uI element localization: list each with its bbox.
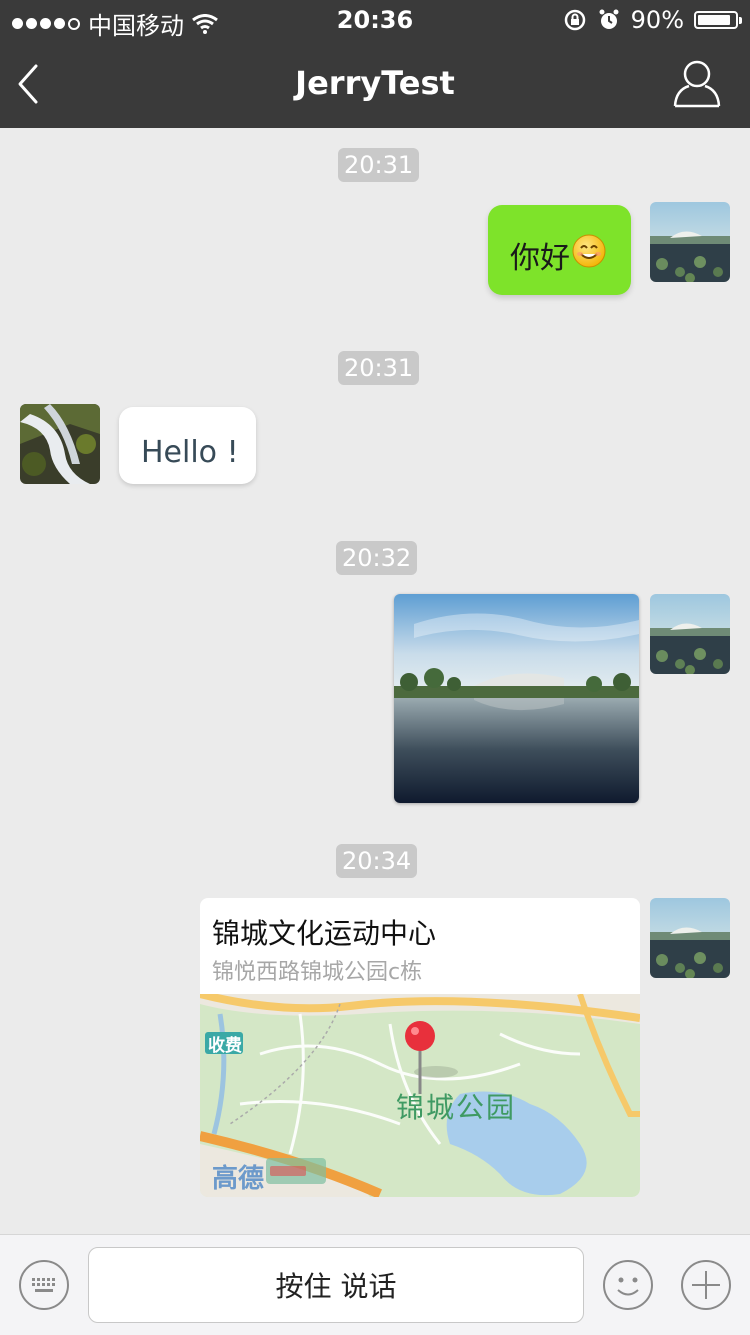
user-icon[interactable] <box>672 56 722 110</box>
smiley-icon[interactable] <box>602 1259 654 1311</box>
hold-to-talk-button[interactable]: 按住 说话 <box>88 1247 584 1323</box>
avatar[interactable] <box>650 594 730 674</box>
received-message-bubble[interactable]: Hello ! <box>119 407 256 484</box>
message-text: 你好 <box>510 241 570 276</box>
location-address: 锦悦西路锦城公园c栋 <box>212 960 423 985</box>
avatar[interactable] <box>20 404 100 484</box>
page-title: JerryTest <box>295 64 455 102</box>
timestamp: 20:31 <box>338 148 420 182</box>
alarm-icon <box>599 9 619 29</box>
nav-bar: JerryTest <box>0 40 750 128</box>
image-message[interactable] <box>394 594 639 803</box>
chat-area[interactable]: 20:31 你好 20:31 Hello ! 20:32 20:34 锦城文化运… <box>0 128 750 1234</box>
battery-level <box>698 15 730 25</box>
map-park-label: 锦城公园 <box>396 1091 517 1124</box>
rotation-lock-icon <box>564 9 585 31</box>
plus-icon[interactable] <box>680 1259 732 1311</box>
battery-icon <box>694 11 742 29</box>
timestamp: 20:31 <box>338 351 420 385</box>
smile-emoji-icon <box>572 234 606 268</box>
status-right: 90% <box>563 6 742 34</box>
location-map[interactable]: 收费 锦城公园 高德 <box>200 990 640 1197</box>
avatar[interactable] <box>650 202 730 282</box>
battery-percent: 90% <box>630 6 684 34</box>
sent-message-bubble[interactable]: 你好 <box>488 205 631 295</box>
keyboard-icon[interactable] <box>18 1259 70 1311</box>
toll-badge: 收费 <box>208 1036 242 1056</box>
avatar[interactable] <box>650 898 730 978</box>
location-title: 锦城文化运动中心 <box>212 917 437 950</box>
timestamp: 20:32 <box>336 541 418 575</box>
hold-to-talk-label: 按住 说话 <box>275 1270 397 1303</box>
message-text: Hello ! <box>141 435 239 470</box>
map-logo: 高德 <box>212 1164 265 1194</box>
status-bar: 中国移动 20:36 90% <box>0 0 750 40</box>
location-message[interactable]: 锦城文化运动中心 锦悦西路锦城公园c栋 收费 锦城公园 高德 <box>200 898 640 1197</box>
timestamp: 20:34 <box>336 844 418 878</box>
input-bar: 按住 说话 <box>0 1234 750 1335</box>
